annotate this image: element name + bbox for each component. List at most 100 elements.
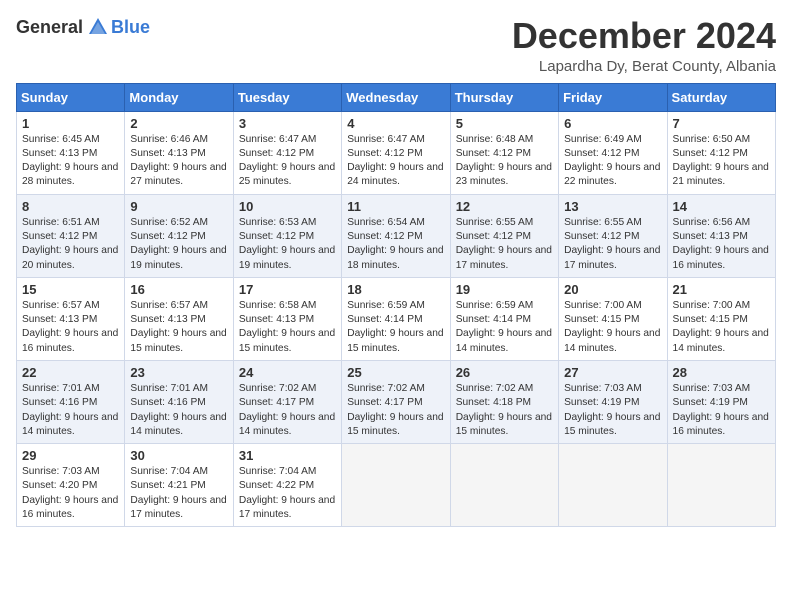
calendar-cell: 8 Sunrise: 6:51 AMSunset: 4:12 PMDaylight… (17, 194, 125, 277)
cell-details: Sunrise: 7:02 AMSunset: 4:17 PMDaylight:… (347, 382, 444, 439)
cell-details: Sunrise: 6:52 AMSunset: 4:12 PMDaylight:… (130, 216, 227, 273)
day-number: 21 (673, 282, 770, 297)
calendar-cell: 24 Sunrise: 7:02 AMSunset: 4:17 PMDayligh… (233, 360, 341, 443)
day-number: 22 (22, 365, 119, 380)
calendar-cell (667, 444, 775, 527)
cell-details: Sunrise: 6:47 AMSunset: 4:12 PMDaylight:… (239, 133, 336, 190)
cell-details: Sunrise: 7:03 AMSunset: 4:20 PMDaylight:… (22, 465, 119, 522)
calendar-cell: 22 Sunrise: 7:01 AMSunset: 4:16 PMDayligh… (17, 360, 125, 443)
logo: General Blue (16, 16, 150, 38)
cell-details: Sunrise: 6:51 AMSunset: 4:12 PMDaylight:… (22, 216, 119, 273)
header: General Blue December 2024 Lapardha Dy, … (16, 16, 776, 75)
day-number: 5 (456, 116, 553, 131)
weekday-wednesday: Wednesday (342, 83, 450, 111)
cell-details: Sunrise: 6:47 AMSunset: 4:12 PMDaylight:… (347, 133, 444, 190)
cell-details: Sunrise: 7:00 AMSunset: 4:15 PMDaylight:… (673, 299, 770, 356)
cell-details: Sunrise: 6:48 AMSunset: 4:12 PMDaylight:… (456, 133, 553, 190)
calendar-cell: 29 Sunrise: 7:03 AMSunset: 4:20 PMDayligh… (17, 444, 125, 527)
location-subtitle: Lapardha Dy, Berat County, Albania (512, 58, 776, 75)
cell-details: Sunrise: 7:03 AMSunset: 4:19 PMDaylight:… (673, 382, 770, 439)
cell-details: Sunrise: 6:59 AMSunset: 4:14 PMDaylight:… (347, 299, 444, 356)
calendar-cell: 27Sunrise: 7:03 AMSunset: 4:19 PMDayligh… (559, 360, 667, 443)
cell-details: Sunrise: 7:01 AMSunset: 4:16 PMDaylight:… (130, 382, 227, 439)
cell-details: Sunrise: 6:55 AMSunset: 4:12 PMDaylight:… (456, 216, 553, 273)
cell-details: Sunrise: 6:45 AMSunset: 4:13 PMDaylight:… (22, 133, 119, 190)
month-title: December 2024 (512, 16, 776, 56)
calendar-cell: 21 Sunrise: 7:00 AMSunset: 4:15 PMDayligh… (667, 277, 775, 360)
calendar-cell: 7 Sunrise: 6:50 AMSunset: 4:12 PMDaylight… (667, 111, 775, 194)
cell-details: Sunrise: 6:58 AMSunset: 4:13 PMDaylight:… (239, 299, 336, 356)
calendar-cell: 1 Sunrise: 6:45 AMSunset: 4:13 PMDaylight… (17, 111, 125, 194)
calendar-cell (342, 444, 450, 527)
cell-details: Sunrise: 7:02 AMSunset: 4:17 PMDaylight:… (239, 382, 336, 439)
day-number: 30 (130, 448, 227, 463)
day-number: 8 (22, 199, 119, 214)
day-number: 11 (347, 199, 444, 214)
week-row-1: 1 Sunrise: 6:45 AMSunset: 4:13 PMDaylight… (17, 111, 776, 194)
calendar-cell: 18 Sunrise: 6:59 AMSunset: 4:14 PMDayligh… (342, 277, 450, 360)
calendar-cell: 12Sunrise: 6:55 AMSunset: 4:12 PMDayligh… (450, 194, 558, 277)
day-number: 23 (130, 365, 227, 380)
calendar-cell (450, 444, 558, 527)
day-number: 17 (239, 282, 336, 297)
weekday-header-row: SundayMondayTuesdayWednesdayThursdayFrid… (17, 83, 776, 111)
calendar-cell: 19Sunrise: 6:59 AMSunset: 4:14 PMDayligh… (450, 277, 558, 360)
day-number: 27 (564, 365, 661, 380)
week-row-3: 15Sunrise: 6:57 AMSunset: 4:13 PMDayligh… (17, 277, 776, 360)
weekday-monday: Monday (125, 83, 233, 111)
day-number: 25 (347, 365, 444, 380)
weekday-saturday: Saturday (667, 83, 775, 111)
calendar-cell: 10 Sunrise: 6:53 AMSunset: 4:12 PMDayligh… (233, 194, 341, 277)
cell-details: Sunrise: 6:53 AMSunset: 4:12 PMDaylight:… (239, 216, 336, 273)
calendar-cell: 9 Sunrise: 6:52 AMSunset: 4:12 PMDaylight… (125, 194, 233, 277)
day-number: 7 (673, 116, 770, 131)
calendar-cell: 30 Sunrise: 7:04 AMSunset: 4:21 PMDayligh… (125, 444, 233, 527)
day-number: 3 (239, 116, 336, 131)
cell-details: Sunrise: 7:01 AMSunset: 4:16 PMDaylight:… (22, 382, 119, 439)
calendar-cell: 16Sunrise: 6:57 AMSunset: 4:13 PMDayligh… (125, 277, 233, 360)
week-row-5: 29 Sunrise: 7:03 AMSunset: 4:20 PMDayligh… (17, 444, 776, 527)
day-number: 18 (347, 282, 444, 297)
calendar-table: SundayMondayTuesdayWednesdayThursdayFrid… (16, 83, 776, 528)
cell-details: Sunrise: 6:49 AMSunset: 4:12 PMDaylight:… (564, 133, 661, 190)
cell-details: Sunrise: 6:46 AMSunset: 4:13 PMDaylight:… (130, 133, 227, 190)
calendar-cell: 31 Sunrise: 7:04 AMSunset: 4:22 PMDayligh… (233, 444, 341, 527)
cell-details: Sunrise: 7:04 AMSunset: 4:21 PMDaylight:… (130, 465, 227, 522)
day-number: 31 (239, 448, 336, 463)
day-number: 9 (130, 199, 227, 214)
calendar-cell: 14Sunrise: 6:56 AMSunset: 4:13 PMDayligh… (667, 194, 775, 277)
day-number: 2 (130, 116, 227, 131)
calendar-cell: 4Sunrise: 6:47 AMSunset: 4:12 PMDaylight… (342, 111, 450, 194)
cell-details: Sunrise: 6:54 AMSunset: 4:12 PMDaylight:… (347, 216, 444, 273)
day-number: 28 (673, 365, 770, 380)
weekday-sunday: Sunday (17, 83, 125, 111)
cell-details: Sunrise: 7:02 AMSunset: 4:18 PMDaylight:… (456, 382, 553, 439)
day-number: 13 (564, 199, 661, 214)
logo-icon (87, 16, 109, 38)
day-number: 26 (456, 365, 553, 380)
day-number: 29 (22, 448, 119, 463)
calendar-cell: 5 Sunrise: 6:48 AMSunset: 4:12 PMDaylight… (450, 111, 558, 194)
cell-details: Sunrise: 7:00 AMSunset: 4:15 PMDaylight:… (564, 299, 661, 356)
day-number: 14 (673, 199, 770, 214)
calendar-cell: 25 Sunrise: 7:02 AMSunset: 4:17 PMDayligh… (342, 360, 450, 443)
weekday-tuesday: Tuesday (233, 83, 341, 111)
calendar-cell: 6 Sunrise: 6:49 AMSunset: 4:12 PMDaylight… (559, 111, 667, 194)
day-number: 10 (239, 199, 336, 214)
day-number: 16 (130, 282, 227, 297)
cell-details: Sunrise: 6:57 AMSunset: 4:13 PMDaylight:… (22, 299, 119, 356)
calendar-cell: 3 Sunrise: 6:47 AMSunset: 4:12 PMDaylight… (233, 111, 341, 194)
cell-details: Sunrise: 7:04 AMSunset: 4:22 PMDaylight:… (239, 465, 336, 522)
cell-details: Sunrise: 6:55 AMSunset: 4:12 PMDaylight:… (564, 216, 661, 273)
weekday-thursday: Thursday (450, 83, 558, 111)
logo-blue-text: Blue (111, 17, 150, 38)
week-row-2: 8 Sunrise: 6:51 AMSunset: 4:12 PMDaylight… (17, 194, 776, 277)
calendar-cell: 20Sunrise: 7:00 AMSunset: 4:15 PMDayligh… (559, 277, 667, 360)
weekday-friday: Friday (559, 83, 667, 111)
title-area: December 2024 Lapardha Dy, Berat County,… (512, 16, 776, 75)
day-number: 6 (564, 116, 661, 131)
day-number: 1 (22, 116, 119, 131)
calendar-cell: 26 Sunrise: 7:02 AMSunset: 4:18 PMDayligh… (450, 360, 558, 443)
cell-details: Sunrise: 6:50 AMSunset: 4:12 PMDaylight:… (673, 133, 770, 190)
day-number: 24 (239, 365, 336, 380)
